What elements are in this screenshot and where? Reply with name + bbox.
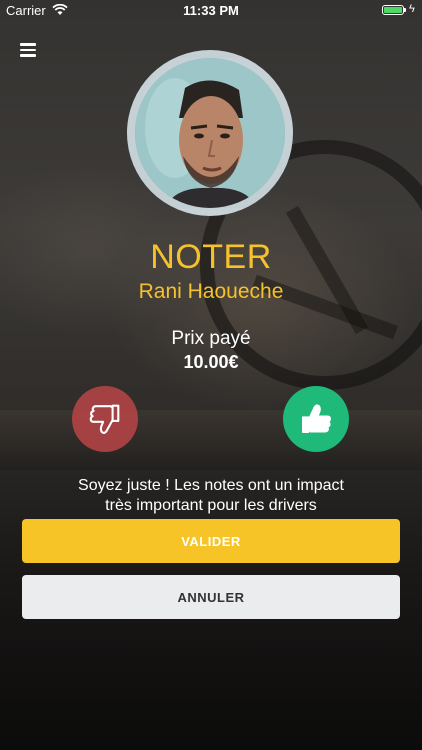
- status-time: 11:33 PM: [183, 3, 239, 18]
- cancel-button[interactable]: ANNULER: [22, 575, 400, 619]
- thumbs-up-button[interactable]: [283, 386, 349, 452]
- rating-screen: Carrier 11:33 PM ϟ NOTER Rani Haoueche P…: [0, 0, 422, 750]
- battery-tip: [404, 8, 406, 12]
- driver-name: Rani Haoueche: [138, 280, 284, 303]
- rating-hint-line: Soyez juste ! Les notes ont un impact: [78, 477, 344, 494]
- price-value: 10.00€: [183, 352, 239, 372]
- driver-avatar: [127, 50, 293, 216]
- validate-button[interactable]: VALIDER: [22, 519, 400, 563]
- battery-icon: [382, 5, 404, 15]
- bolt-icon: ϟ: [409, 3, 415, 15]
- thumbs-up-icon: [301, 404, 331, 434]
- driver-photo: [135, 58, 285, 208]
- rating-hint-line: très important pour les drivers: [105, 497, 317, 514]
- rating-hint: Soyez juste ! Les notes ont un impact tr…: [20, 476, 402, 516]
- price-label: Prix payé: [171, 328, 251, 349]
- thumbs-down-button[interactable]: [72, 386, 138, 452]
- hamburger-menu-icon[interactable]: [20, 43, 36, 57]
- battery-level-fill: [384, 7, 402, 13]
- thumbs-down-icon: [89, 404, 120, 434]
- page-title: NOTER: [150, 238, 272, 276]
- status-bar: Carrier 11:33 PM ϟ: [0, 0, 422, 22]
